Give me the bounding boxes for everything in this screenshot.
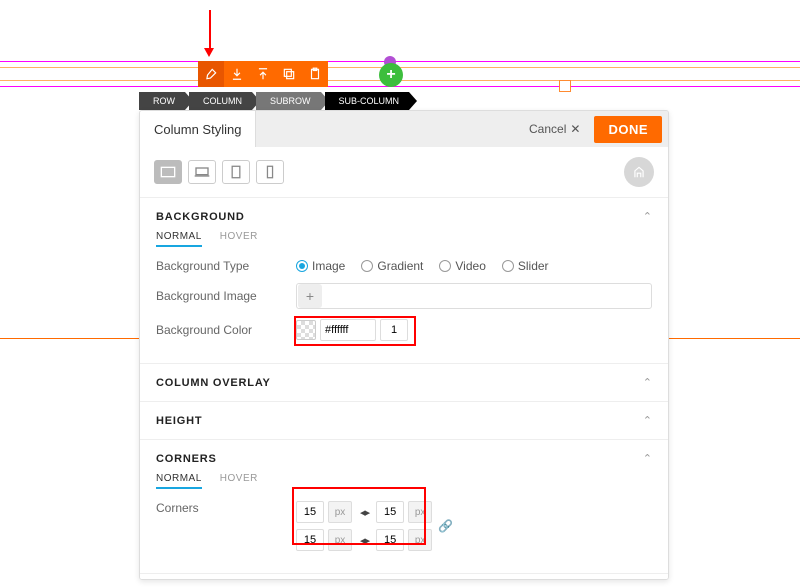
cancel-button[interactable]: Cancel ✕ (521, 122, 588, 136)
export-button[interactable] (250, 61, 276, 87)
section-height: HEIGHT ⌃ (140, 402, 668, 440)
background-image-field[interactable]: + (296, 283, 652, 309)
import-button[interactable] (224, 61, 250, 87)
device-mobile-button[interactable] (256, 160, 284, 184)
device-toggle-row (140, 147, 668, 198)
close-icon: ✕ (570, 122, 580, 136)
corner-tr-unit[interactable]: px (408, 501, 432, 523)
section-overlay: COLUMN OVERLAY ⌃ (140, 364, 668, 402)
add-image-button[interactable]: + (298, 284, 322, 308)
section-corners-header[interactable]: CORNERS ⌃ (156, 452, 652, 465)
breadcrumb: ROW COLUMN SUBROW SUB-COLUMN (139, 92, 413, 110)
section-corners: CORNERS ⌃ NORMAL HOVER Corners px ◂ ▸ px… (140, 440, 668, 574)
corners-tab-hover[interactable]: HOVER (220, 473, 258, 489)
corners-sync-tl-tr[interactable]: ◂ ▸ (360, 506, 368, 519)
styling-panel: Column Styling Cancel ✕ DONE BACKGROUND … (139, 110, 669, 580)
corners-sync-bl-br[interactable]: ◂ ▸ (360, 534, 368, 547)
cancel-label: Cancel (529, 122, 566, 136)
bg-type-video-radio[interactable]: Video (439, 259, 485, 273)
corner-br-unit[interactable]: px (408, 529, 432, 551)
panel-title: Column Styling (140, 111, 256, 147)
clipboard-button[interactable] (302, 61, 328, 87)
color-swatch[interactable] (296, 320, 316, 340)
corners-label: Corners (156, 501, 296, 515)
section-background: BACKGROUND ⌃ NORMAL HOVER Background Typ… (140, 198, 668, 364)
duplicate-button[interactable] (276, 61, 302, 87)
corner-br-input[interactable] (376, 529, 404, 551)
corner-tr-input[interactable] (376, 501, 404, 523)
element-action-bar (198, 61, 328, 87)
bg-type-image-radio[interactable]: Image (296, 259, 345, 273)
section-corners-title: CORNERS (156, 453, 217, 465)
section-height-title: HEIGHT (156, 415, 202, 427)
corners-grid: px ◂ ▸ px px ◂ ▸ px (296, 501, 432, 551)
reset-styles-button[interactable] (624, 157, 654, 187)
style-brush-button[interactable] (198, 61, 224, 87)
link-corners-icon[interactable]: 🔗 (438, 519, 453, 533)
device-desktop-button[interactable] (154, 160, 182, 184)
color-hex-input[interactable] (320, 319, 376, 341)
breadcrumb-subcolumn[interactable]: SUB-COLUMN (325, 92, 410, 110)
corner-bl-input[interactable] (296, 529, 324, 551)
corner-tl-input[interactable] (296, 501, 324, 523)
background-type-label: Background Type (156, 259, 296, 273)
chevron-up-icon: ⌃ (643, 414, 652, 427)
section-background-header[interactable]: BACKGROUND ⌃ (156, 210, 652, 223)
device-tablet-button[interactable] (222, 160, 250, 184)
color-alpha-input[interactable] (380, 319, 408, 341)
breadcrumb-column[interactable]: COLUMN (189, 92, 252, 110)
section-height-header[interactable]: HEIGHT ⌃ (156, 414, 652, 427)
corner-bl-unit[interactable]: px (328, 529, 352, 551)
section-overlay-title: COLUMN OVERLAY (156, 377, 271, 389)
bg-type-gradient-radio[interactable]: Gradient (361, 259, 423, 273)
section-shadow: SHADOW ⌃ (140, 574, 668, 580)
breadcrumb-subrow[interactable]: SUBROW (256, 92, 321, 110)
background-tab-hover[interactable]: HOVER (220, 231, 258, 247)
panel-header: Column Styling Cancel ✕ DONE (140, 111, 668, 147)
column-resize-handle[interactable] (559, 80, 571, 92)
chevron-up-icon: ⌃ (643, 376, 652, 389)
bg-type-slider-radio[interactable]: Slider (502, 259, 549, 273)
chevron-up-icon: ⌃ (643, 452, 652, 465)
corners-tab-normal[interactable]: NORMAL (156, 473, 202, 489)
background-image-label: Background Image (156, 289, 296, 303)
device-laptop-button[interactable] (188, 160, 216, 184)
background-tab-normal[interactable]: NORMAL (156, 231, 202, 247)
corner-tl-unit[interactable]: px (328, 501, 352, 523)
background-color-label: Background Color (156, 323, 296, 337)
breadcrumb-row[interactable]: ROW (139, 92, 185, 110)
chevron-up-icon: ⌃ (643, 210, 652, 223)
section-overlay-header[interactable]: COLUMN OVERLAY ⌃ (156, 376, 652, 389)
add-element-button[interactable]: + (379, 63, 403, 87)
section-background-title: BACKGROUND (156, 211, 245, 223)
done-button[interactable]: DONE (594, 116, 662, 143)
